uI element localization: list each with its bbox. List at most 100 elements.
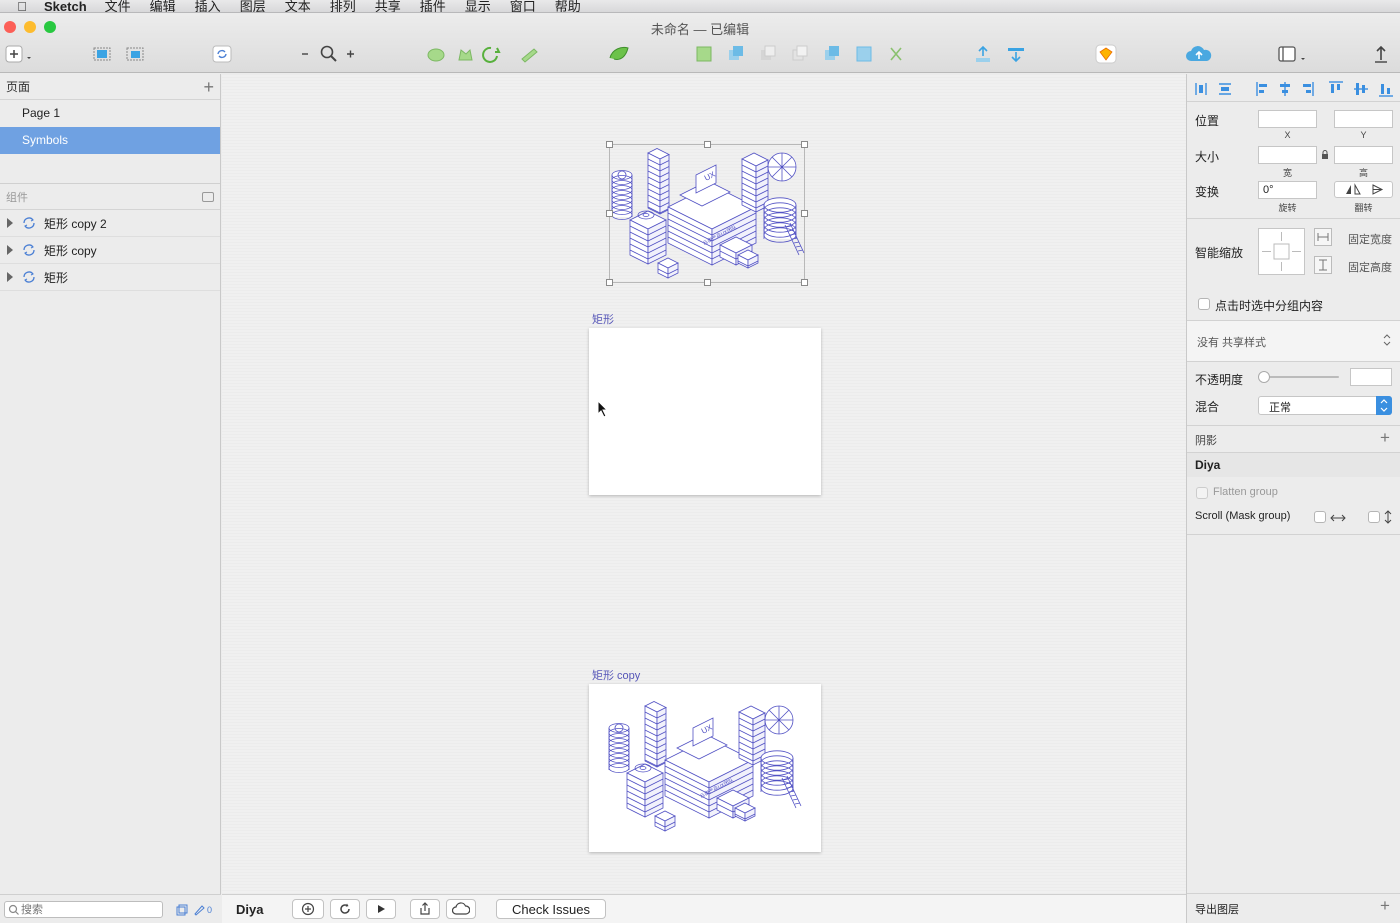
page-item-page-1[interactable]: Page 1	[0, 100, 220, 127]
collapse-icon[interactable]	[202, 191, 214, 202]
menu-arrange[interactable]: 排列	[330, 0, 356, 12]
divider	[1187, 534, 1400, 535]
disclosure-icon[interactable]	[7, 272, 13, 282]
disclosure-icon[interactable]	[7, 218, 13, 228]
resize-handle[interactable]	[606, 210, 613, 217]
artboard-label-1[interactable]: 矩形	[592, 311, 614, 327]
layer-item[interactable]: 矩形 copy 2	[0, 210, 220, 237]
share-icon	[420, 902, 430, 915]
menu-help[interactable]: 帮助	[555, 0, 581, 12]
pencil-icon[interactable]	[193, 904, 205, 916]
layer-item[interactable]: 矩形 copy	[0, 237, 220, 264]
resize-handle[interactable]	[606, 279, 613, 286]
menu-bar:  Sketch 文件 编辑 插入 图层 文本 排列 共享 插件 显示 窗口 帮…	[0, 0, 1400, 13]
disclosure-icon[interactable]	[7, 245, 13, 255]
x-input[interactable]	[1258, 110, 1317, 128]
select-stepper-icon	[1376, 396, 1392, 415]
diya-header: Diya	[1195, 458, 1221, 472]
menu-share[interactable]: 共享	[375, 0, 401, 12]
add-export-icon[interactable]: +	[1380, 896, 1390, 916]
opacity-slider[interactable]	[1263, 376, 1339, 378]
rotation-input[interactable]: 0°	[1258, 181, 1317, 199]
resize-handle[interactable]	[704, 141, 711, 148]
layer-item[interactable]: 矩形	[0, 264, 220, 291]
resizing-label: 智能缩放	[1195, 246, 1244, 260]
filter-count: 0	[207, 905, 213, 915]
shared-style-select[interactable]: 没有 共享样式	[1187, 321, 1400, 361]
scroll-vertical-checkbox[interactable]	[1368, 511, 1380, 523]
search-field[interactable]	[4, 901, 163, 918]
menu-view[interactable]: 显示	[465, 0, 491, 12]
sketch-diamond-button[interactable]	[1095, 44, 1117, 64]
artboard-label-2[interactable]: 矩形 copy	[592, 667, 640, 683]
menu-edit[interactable]: 编辑	[150, 0, 176, 12]
cursor-icon	[597, 400, 609, 418]
create-symbol-button[interactable]	[90, 44, 114, 64]
shape-tools[interactable]	[693, 44, 911, 64]
check-issues-button[interactable]: Check Issues	[496, 899, 606, 919]
flip-caption: 翻转	[1354, 203, 1373, 213]
export-button[interactable]	[1370, 44, 1392, 64]
search-input[interactable]	[21, 903, 159, 916]
resize-handle[interactable]	[801, 279, 808, 286]
inspector-panel: 位置 X Y 大小 宽 高 变换 0° 旋转 翻转 智能缩放 固定宽度 固定高度…	[1186, 74, 1400, 923]
add-shadow-icon[interactable]: +	[1380, 428, 1390, 448]
symbol-artboard-rect[interactable]	[589, 328, 821, 495]
resize-handle[interactable]	[606, 141, 613, 148]
blend-mode-select[interactable]: 正常	[1258, 396, 1392, 415]
scroll-horizontal-checkbox[interactable]	[1314, 511, 1326, 523]
share-button[interactable]	[410, 899, 440, 919]
cloud-button[interactable]	[446, 899, 476, 919]
pages-spacer	[0, 154, 220, 184]
cloud-upload-icon	[1186, 46, 1212, 61]
artboard-filter-icon[interactable]	[176, 904, 188, 916]
menu-insert[interactable]: 插入	[195, 0, 221, 12]
view-button[interactable]	[1277, 44, 1307, 64]
fix-height-icon[interactable]	[1314, 256, 1332, 274]
cloud-upload-button[interactable]	[1185, 44, 1213, 64]
menu-file[interactable]: 文件	[105, 0, 131, 12]
lock-icon[interactable]	[1321, 150, 1329, 160]
menu-plugins[interactable]: 插件	[420, 0, 446, 12]
resize-handle[interactable]	[801, 210, 808, 217]
ungroup-button[interactable]	[123, 44, 147, 64]
refresh-button[interactable]	[330, 899, 360, 919]
divider	[1187, 893, 1400, 894]
width-input[interactable]	[1258, 146, 1317, 164]
apple-menu-icon[interactable]: 	[0, 0, 44, 12]
resize-handle[interactable]	[704, 279, 711, 286]
align-buttons[interactable]	[972, 44, 1030, 64]
symbol-button[interactable]	[211, 44, 233, 64]
zoom-controls[interactable]	[298, 44, 360, 64]
add-button[interactable]	[292, 899, 324, 919]
scroll-mask-label: Scroll (Mask group)	[1195, 510, 1291, 522]
page-item-symbols[interactable]: Symbols	[0, 127, 220, 154]
play-button[interactable]	[366, 899, 396, 919]
symbol-icon	[23, 217, 35, 229]
plugin-leaf-button[interactable]	[606, 44, 632, 64]
selected-layer-bounds[interactable]: UX 云南产品UX团队	[606, 141, 808, 286]
add-page-icon[interactable]: +	[203, 78, 214, 96]
opacity-slider-knob[interactable]	[1258, 371, 1270, 383]
flatten-group-label: Flatten group	[1213, 486, 1278, 498]
canvas[interactable]: UX 云南产品UX团队 矩形 矩形 copy UX 云南产品UX团队	[222, 74, 1186, 894]
menu-window[interactable]: 窗口	[510, 0, 536, 12]
select-group-checkbox[interactable]	[1198, 298, 1210, 310]
symbol-artboard-rect-copy[interactable]: UX 云南产品UX团队	[589, 684, 821, 852]
height-input[interactable]	[1334, 146, 1393, 164]
flatten-group-checkbox[interactable]	[1196, 487, 1208, 499]
opacity-input[interactable]	[1350, 368, 1392, 386]
resizing-control[interactable]	[1258, 228, 1305, 275]
menu-text[interactable]: 文本	[285, 0, 311, 12]
resize-handle[interactable]	[801, 141, 808, 148]
y-input[interactable]	[1334, 110, 1393, 128]
insert-button[interactable]	[4, 44, 34, 64]
flip-buttons[interactable]	[1334, 181, 1393, 198]
fix-width-icon[interactable]	[1314, 228, 1332, 246]
alignment-toolbar[interactable]	[1187, 76, 1400, 102]
menu-layer[interactable]: 图层	[240, 0, 266, 12]
boolean-tools[interactable]	[425, 44, 545, 64]
app-menu[interactable]: Sketch	[44, 0, 87, 12]
window-title: 未命名 — 已编辑	[650, 22, 750, 37]
play-icon	[378, 905, 385, 913]
